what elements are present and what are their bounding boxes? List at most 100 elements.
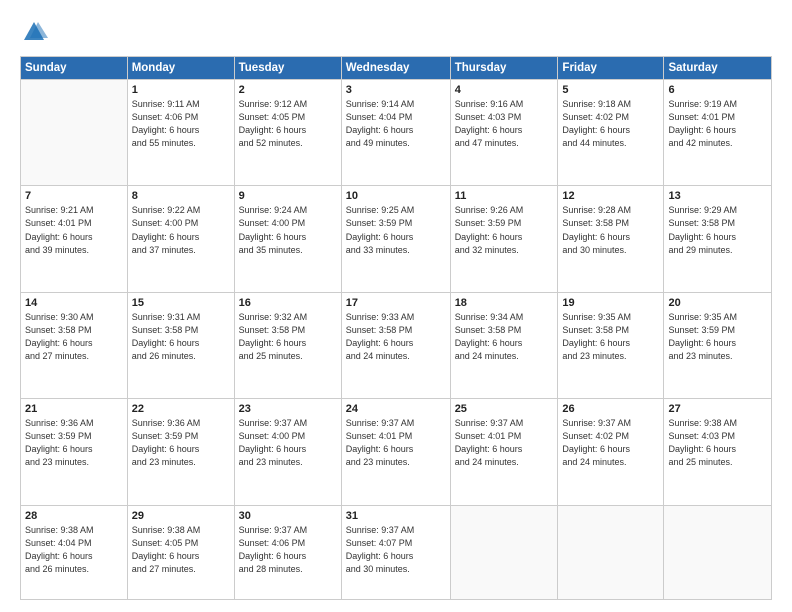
calendar-cell: 29 Sunrise: 9:38 AMSunset: 4:05 PMDayligh… (127, 505, 234, 599)
day-number: 6 (668, 84, 767, 96)
day-info: Sunrise: 9:38 AMSunset: 4:04 PMDaylight:… (25, 524, 123, 576)
calendar-cell: 18 Sunrise: 9:34 AMSunset: 3:58 PMDayligh… (450, 292, 558, 398)
day-info: Sunrise: 9:36 AMSunset: 3:59 PMDaylight:… (25, 417, 123, 469)
logo (20, 18, 52, 46)
calendar-cell: 28 Sunrise: 9:38 AMSunset: 4:04 PMDayligh… (21, 505, 128, 599)
calendar-cell: 11 Sunrise: 9:26 AMSunset: 3:59 PMDayligh… (450, 186, 558, 292)
calendar-cell: 21Sunrise: 9:36 AMSunset: 3:59 PMDayligh… (21, 399, 128, 505)
page: SundayMondayTuesdayWednesdayThursdayFrid… (0, 0, 792, 612)
day-number: 3 (346, 84, 446, 96)
calendar-header-thursday: Thursday (450, 57, 558, 80)
calendar-cell (21, 80, 128, 186)
day-number: 12 (562, 190, 659, 202)
day-info: Sunrise: 9:14 AMSunset: 4:04 PMDaylight:… (346, 98, 446, 150)
day-number: 2 (239, 84, 337, 96)
day-number: 11 (455, 190, 554, 202)
calendar-cell: 17 Sunrise: 9:33 AMSunset: 3:58 PMDayligh… (341, 292, 450, 398)
day-number: 5 (562, 84, 659, 96)
day-info: Sunrise: 9:26 AMSunset: 3:59 PMDaylight:… (455, 204, 554, 256)
day-number: 24 (346, 403, 446, 415)
day-number: 29 (132, 510, 230, 522)
calendar-header-sunday: Sunday (21, 57, 128, 80)
day-info: Sunrise: 9:37 AMSunset: 4:06 PMDaylight:… (239, 524, 337, 576)
day-number: 28 (25, 510, 123, 522)
calendar-cell: 24 Sunrise: 9:37 AMSunset: 4:01 PMDayligh… (341, 399, 450, 505)
calendar-header-friday: Friday (558, 57, 664, 80)
day-info: Sunrise: 9:38 AMSunset: 4:03 PMDaylight:… (668, 417, 767, 469)
day-number: 14 (25, 297, 123, 309)
day-number: 30 (239, 510, 337, 522)
calendar-cell: 3 Sunrise: 9:14 AMSunset: 4:04 PMDaylight… (341, 80, 450, 186)
day-info: Sunrise: 9:30 AMSunset: 3:58 PMDaylight:… (25, 311, 123, 363)
calendar-cell: 2 Sunrise: 9:12 AMSunset: 4:05 PMDaylight… (234, 80, 341, 186)
day-info: Sunrise: 9:35 AMSunset: 3:58 PMDaylight:… (562, 311, 659, 363)
day-info: Sunrise: 9:31 AMSunset: 3:58 PMDaylight:… (132, 311, 230, 363)
day-info: Sunrise: 9:37 AMSunset: 4:01 PMDaylight:… (346, 417, 446, 469)
day-info: Sunrise: 9:32 AMSunset: 3:58 PMDaylight:… (239, 311, 337, 363)
day-number: 31 (346, 510, 446, 522)
calendar-cell (664, 505, 772, 599)
calendar-cell (450, 505, 558, 599)
calendar-cell: 27Sunrise: 9:38 AMSunset: 4:03 PMDayligh… (664, 399, 772, 505)
day-info: Sunrise: 9:11 AMSunset: 4:06 PMDaylight:… (132, 98, 230, 150)
calendar-cell: 5 Sunrise: 9:18 AMSunset: 4:02 PMDaylight… (558, 80, 664, 186)
calendar-cell: 7 Sunrise: 9:21 AMSunset: 4:01 PMDaylight… (21, 186, 128, 292)
calendar-header-saturday: Saturday (664, 57, 772, 80)
calendar-cell: 12 Sunrise: 9:28 AMSunset: 3:58 PMDayligh… (558, 186, 664, 292)
calendar-cell: 22Sunrise: 9:36 AMSunset: 3:59 PMDayligh… (127, 399, 234, 505)
calendar-cell: 4Sunrise: 9:16 AMSunset: 4:03 PMDaylight… (450, 80, 558, 186)
calendar-header-monday: Monday (127, 57, 234, 80)
calendar-week-3: 14 Sunrise: 9:30 AMSunset: 3:58 PMDayligh… (21, 292, 772, 398)
day-info: Sunrise: 9:28 AMSunset: 3:58 PMDaylight:… (562, 204, 659, 256)
day-info: Sunrise: 9:37 AMSunset: 4:01 PMDaylight:… (455, 417, 554, 469)
calendar-cell: 30 Sunrise: 9:37 AMSunset: 4:06 PMDayligh… (234, 505, 341, 599)
calendar-header-wednesday: Wednesday (341, 57, 450, 80)
day-info: Sunrise: 9:12 AMSunset: 4:05 PMDaylight:… (239, 98, 337, 150)
day-info: Sunrise: 9:36 AMSunset: 3:59 PMDaylight:… (132, 417, 230, 469)
day-number: 13 (668, 190, 767, 202)
day-info: Sunrise: 9:37 AMSunset: 4:02 PMDaylight:… (562, 417, 659, 469)
day-info: Sunrise: 9:19 AMSunset: 4:01 PMDaylight:… (668, 98, 767, 150)
day-info: Sunrise: 9:33 AMSunset: 3:58 PMDaylight:… (346, 311, 446, 363)
calendar-cell (558, 505, 664, 599)
calendar-cell: 1 Sunrise: 9:11 AMSunset: 4:06 PMDaylight… (127, 80, 234, 186)
day-number: 16 (239, 297, 337, 309)
calendar-cell: 23Sunrise: 9:37 AMSunset: 4:00 PMDayligh… (234, 399, 341, 505)
calendar-cell: 15 Sunrise: 9:31 AMSunset: 3:58 PMDayligh… (127, 292, 234, 398)
day-number: 25 (455, 403, 554, 415)
calendar-table: SundayMondayTuesdayWednesdayThursdayFrid… (20, 56, 772, 600)
day-info: Sunrise: 9:22 AMSunset: 4:00 PMDaylight:… (132, 204, 230, 256)
calendar-cell: 10Sunrise: 9:25 AMSunset: 3:59 PMDayligh… (341, 186, 450, 292)
calendar-cell: 25 Sunrise: 9:37 AMSunset: 4:01 PMDayligh… (450, 399, 558, 505)
day-number: 4 (455, 84, 554, 96)
calendar-cell: 19Sunrise: 9:35 AMSunset: 3:58 PMDayligh… (558, 292, 664, 398)
calendar-week-1: 1 Sunrise: 9:11 AMSunset: 4:06 PMDaylight… (21, 80, 772, 186)
calendar-header-tuesday: Tuesday (234, 57, 341, 80)
day-info: Sunrise: 9:18 AMSunset: 4:02 PMDaylight:… (562, 98, 659, 150)
day-number: 15 (132, 297, 230, 309)
calendar-cell: 13 Sunrise: 9:29 AMSunset: 3:58 PMDayligh… (664, 186, 772, 292)
calendar-week-2: 7 Sunrise: 9:21 AMSunset: 4:01 PMDaylight… (21, 186, 772, 292)
day-info: Sunrise: 9:38 AMSunset: 4:05 PMDaylight:… (132, 524, 230, 576)
calendar-week-5: 28 Sunrise: 9:38 AMSunset: 4:04 PMDayligh… (21, 505, 772, 599)
day-info: Sunrise: 9:29 AMSunset: 3:58 PMDaylight:… (668, 204, 767, 256)
day-info: Sunrise: 9:35 AMSunset: 3:59 PMDaylight:… (668, 311, 767, 363)
day-number: 18 (455, 297, 554, 309)
day-number: 7 (25, 190, 123, 202)
day-number: 1 (132, 84, 230, 96)
day-number: 8 (132, 190, 230, 202)
calendar-cell: 6 Sunrise: 9:19 AMSunset: 4:01 PMDaylight… (664, 80, 772, 186)
day-info: Sunrise: 9:37 AMSunset: 4:00 PMDaylight:… (239, 417, 337, 469)
calendar-cell: 31Sunrise: 9:37 AMSunset: 4:07 PMDayligh… (341, 505, 450, 599)
calendar-cell: 26 Sunrise: 9:37 AMSunset: 4:02 PMDayligh… (558, 399, 664, 505)
calendar-cell: 20Sunrise: 9:35 AMSunset: 3:59 PMDayligh… (664, 292, 772, 398)
calendar-header-row: SundayMondayTuesdayWednesdayThursdayFrid… (21, 57, 772, 80)
day-number: 17 (346, 297, 446, 309)
calendar-week-4: 21Sunrise: 9:36 AMSunset: 3:59 PMDayligh… (21, 399, 772, 505)
day-number: 9 (239, 190, 337, 202)
day-info: Sunrise: 9:34 AMSunset: 3:58 PMDaylight:… (455, 311, 554, 363)
calendar-cell: 14 Sunrise: 9:30 AMSunset: 3:58 PMDayligh… (21, 292, 128, 398)
logo-icon (20, 18, 48, 46)
day-number: 26 (562, 403, 659, 415)
day-info: Sunrise: 9:21 AMSunset: 4:01 PMDaylight:… (25, 204, 123, 256)
